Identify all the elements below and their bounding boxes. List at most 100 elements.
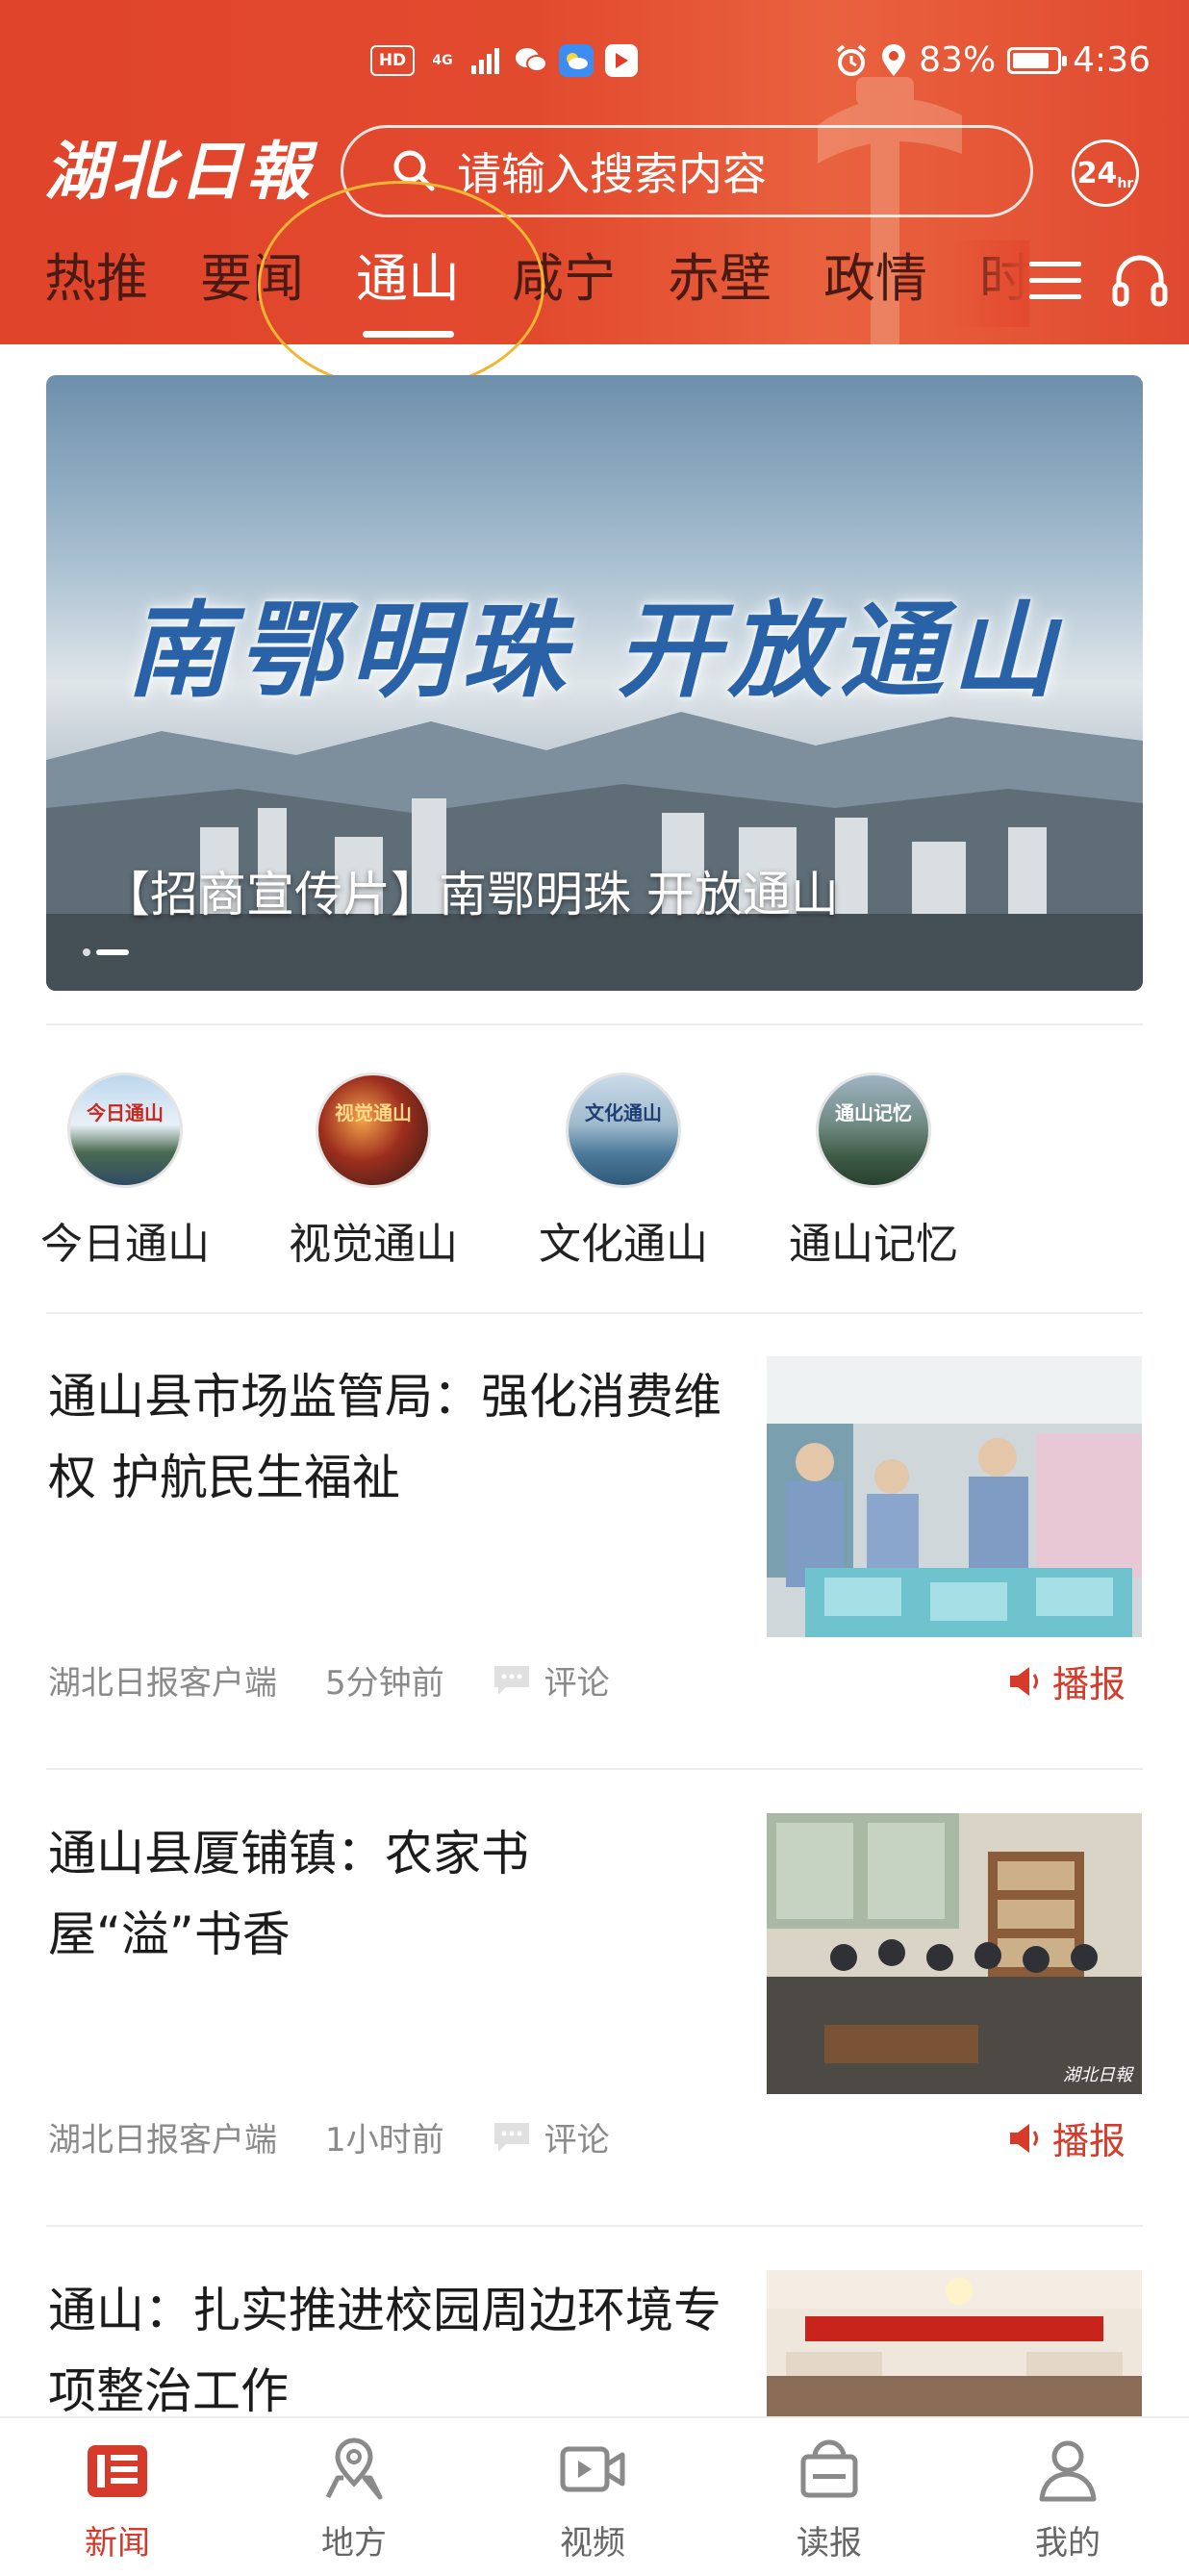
newspaper-icon	[800, 2439, 858, 2498]
tab-retui[interactable]: 热推	[44, 240, 148, 317]
clock-time: 4:36	[1073, 40, 1151, 80]
news-thumbnail[interactable]: 湖北日報	[767, 1813, 1142, 2094]
news-meta: 湖北日报客户端 5分钟前 评论	[48, 1656, 610, 1704]
carousel-dot	[83, 948, 90, 956]
nav-profile[interactable]: 我的	[972, 2434, 1164, 2563]
culture-tongshan-icon: 文化通山	[566, 1073, 681, 1188]
alarm-icon	[836, 43, 867, 76]
tab-zhengqing[interactable]: 政情	[823, 240, 927, 317]
app-header: HD 4G 83% 4:36 湖北日報 请输入搜索内容 24 hr 热推 要闻 …	[0, 0, 1189, 344]
battery-percent: 83%	[919, 40, 997, 80]
nav-label: 新闻	[85, 2524, 150, 2563]
thumbnail-watermark: 湖北日報	[1063, 2065, 1132, 2085]
tabs-fade-overlay	[952, 240, 1029, 327]
shortcut-icon-text: 视觉通山	[335, 1101, 412, 1124]
shortcut-icon-text: 今日通山	[87, 1101, 164, 1124]
nav-label: 视频	[560, 2524, 625, 2563]
news-source: 湖北日报客户端	[48, 1664, 277, 1703]
memory-tongshan-icon: 通山记忆	[816, 1073, 931, 1188]
news-time: 1小时前	[325, 2121, 444, 2159]
network-4g-indicator: 4G	[426, 44, 459, 77]
shortcut-culture-tongshan[interactable]: 文化通山 文化通山	[498, 1073, 748, 1271]
network-label: 4G	[432, 53, 453, 68]
divider	[46, 2225, 1143, 2227]
user-icon	[1039, 2440, 1097, 2502]
nav-label: 读报	[797, 2524, 862, 2563]
news-time: 5分钟前	[325, 1664, 444, 1703]
news-thumbnail[interactable]	[767, 1356, 1142, 1637]
headset-icon[interactable]	[1111, 252, 1169, 310]
news-thumbnail[interactable]	[767, 2270, 1142, 2416]
weather-icon	[559, 44, 594, 77]
tab-chibi[interactable]: 赤壁	[668, 240, 772, 317]
search-placeholder: 请输入搜索内容	[457, 148, 767, 200]
meeting-hall-photo	[767, 2270, 1142, 2416]
battery-icon	[1007, 46, 1068, 74]
hd-indicator: HD	[370, 45, 415, 76]
banner-caption: 【招商宣传片】南鄂明珠 开放通山	[102, 867, 839, 922]
shortcut-memory-tongshan[interactable]: 通山记忆 通山记忆	[748, 1073, 999, 1271]
signal-icon	[471, 48, 499, 74]
hubei-daily-logo[interactable]: 湖北日報	[44, 133, 314, 210]
speaker-icon	[1009, 1666, 1038, 1696]
broadcast-button[interactable]: 播报	[1006, 1654, 1126, 1707]
news-title[interactable]: 通山县厦铺镇：农家书屋“溢”书香	[48, 1813, 721, 1975]
video-icon	[560, 2446, 625, 2492]
comment-button[interactable]: 评论	[493, 1656, 610, 1704]
shortcut-label: 文化通山	[539, 1220, 708, 1269]
location-icon	[882, 43, 906, 76]
news-meta: 湖北日报客户端 1小时前 评论	[48, 2113, 610, 2160]
shortcut-label: 视觉通山	[289, 1220, 458, 1269]
news-title[interactable]: 通山县市场监管局：强化消费维权 护航民生福祉	[48, 1356, 721, 1518]
news-24h-unit: hr	[1117, 176, 1134, 191]
divider	[46, 1312, 1143, 1314]
reading-room-photo	[767, 1813, 1142, 2094]
wechat-icon	[515, 44, 547, 77]
divider	[46, 1023, 1143, 1025]
news-item[interactable]: 通山县厦铺镇：农家书屋“溢”书香 湖北日報 湖北日报客户端 1小时前 评论 播报	[0, 1813, 1189, 2217]
broadcast-label: 播报	[1051, 1663, 1126, 1705]
speaker-icon	[1009, 2123, 1038, 2153]
shortcut-icon-text: 通山记忆	[835, 1101, 912, 1124]
comment-button[interactable]: 评论	[493, 2113, 610, 2160]
channel-menu-icon[interactable]	[1027, 258, 1083, 304]
today-tongshan-icon: 今日通山	[67, 1073, 183, 1188]
shortcut-visual-tongshan[interactable]: 视觉通山 视觉通山	[248, 1073, 498, 1271]
status-bar: HD 4G 83% 4:36	[0, 38, 1189, 98]
news-title[interactable]: 通山：扎实推进校园周边环境专项整治工作	[48, 2270, 721, 2416]
nav-video[interactable]: 视频	[496, 2434, 689, 2563]
play-icon	[605, 44, 638, 77]
bottom-navigation: 新闻 地方 视频 读报 我的	[0, 2416, 1189, 2576]
broadcast-label: 播报	[1051, 2120, 1126, 2162]
divider	[46, 1768, 1143, 1770]
news-24h-button[interactable]: 24 hr	[1072, 139, 1139, 207]
shortcut-icon-text: 文化通山	[585, 1101, 662, 1124]
news-24h-number: 24	[1076, 156, 1118, 190]
nav-label: 我的	[1035, 2524, 1100, 2563]
shortcut-today-tongshan[interactable]: 今日通山 今日通山	[0, 1073, 250, 1271]
news-item[interactable]: 通山：扎实推进校园周边环境专项整治工作	[0, 2270, 1189, 2416]
highlight-annotation-ring	[258, 181, 544, 391]
banner-carousel[interactable]: 南鄂明珠 开放通山 【招商宣传片】南鄂明珠 开放通山	[46, 375, 1143, 991]
banner-calligraphy-title: 南鄂明珠 开放通山	[126, 591, 1063, 712]
carousel-dot-active	[96, 949, 129, 955]
comment-label: 评论	[544, 2121, 610, 2159]
news-source: 湖北日报客户端	[48, 2121, 277, 2159]
comment-icon	[493, 1665, 529, 1695]
broadcast-button[interactable]: 播报	[1006, 2111, 1126, 2164]
comment-icon	[493, 2122, 529, 2152]
battery-fill	[1013, 52, 1049, 68]
news-item[interactable]: 通山县市场监管局：强化消费维权 护航民生福祉 湖北日报客户端 5分钟前 评论 播…	[0, 1356, 1189, 1760]
news-icon	[88, 2445, 147, 2497]
market-inspection-photo	[767, 1356, 1142, 1637]
visual-tongshan-icon: 视觉通山	[316, 1073, 431, 1188]
shortcut-label: 今日通山	[40, 1220, 210, 1269]
carousel-dots	[83, 948, 129, 956]
nav-read-paper[interactable]: 读报	[733, 2434, 925, 2563]
comment-label: 评论	[544, 1664, 610, 1703]
nav-label: 地方	[321, 2524, 387, 2563]
shortcut-label: 通山记忆	[789, 1220, 958, 1269]
nav-news[interactable]: 新闻	[21, 2434, 214, 2563]
map-pin-icon	[325, 2437, 383, 2500]
nav-local[interactable]: 地方	[258, 2434, 450, 2563]
